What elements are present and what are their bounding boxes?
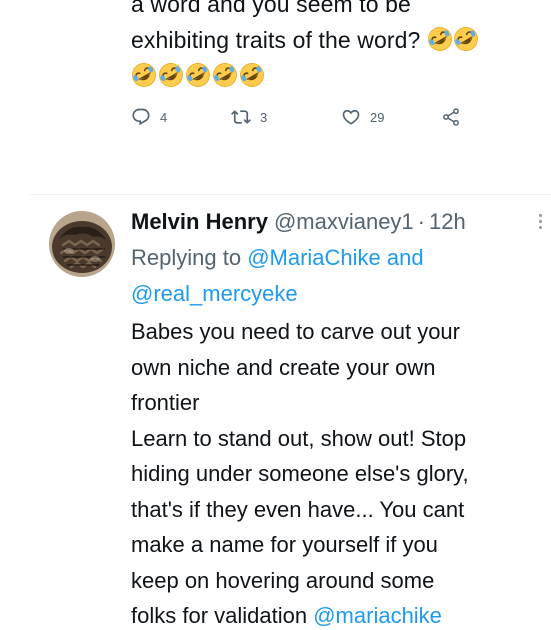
previous-tweet-line: a word and you seem to be [131,0,411,17]
twitter-thread-view: a word and you seem to be exhibiting tra… [0,0,551,630]
laughing-emoji-icon [453,27,478,51]
like-button[interactable]: 29 [341,107,441,127]
tweet-divider [30,194,551,195]
display-name[interactable]: Melvin Henry [131,209,268,235]
previous-tweet-line-text: exhibiting traits of the word? [131,27,421,53]
mention-link[interactable]: @mariachike [313,603,442,628]
tweet-text: Babes you need to carve out your own nic… [131,314,547,630]
tweet-text-line: Babes you need to carve out your [131,319,460,344]
separator-dot: · [417,209,425,234]
previous-tweet-line: exhibiting traits of the word? [131,22,546,58]
user-handle[interactable]: @maxvianey1 [274,209,414,235]
retweet-button[interactable]: 3 [231,107,341,127]
laughing-emoji-icon [427,27,452,51]
tweet-text-line: frontier [131,390,200,415]
tweet-text-line: make a name for yourself if you [131,532,438,557]
laughing-emoji-icon [213,63,237,87]
avatar[interactable] [49,211,115,277]
previous-tweet-actions: 4 3 29 [131,106,461,128]
laughing-emoji-row [131,58,546,94]
tweet-text-line: folks for validation @mariachike [131,598,547,630]
retweet-icon [231,110,251,124]
retweet-count: 3 [260,109,268,125]
more-options-icon[interactable] [537,214,543,232]
share-button[interactable] [441,107,461,127]
avatar-image-icon [49,211,115,277]
like-count: 29 [370,109,385,125]
reply-tweet: Melvin Henry @maxvianey1 · 12h Replying … [131,204,547,630]
tweet-text-fragment: folks for validation [131,603,308,628]
laughing-emoji-icon [240,63,264,87]
tweet-text-line: hiding under someone else's glory, [131,461,469,486]
heart-icon [342,109,360,125]
laughing-emoji-icon [132,63,156,87]
tweet-header: Melvin Henry @maxvianey1 · 12h [131,204,547,240]
mention-link[interactable]: @real_mercyeke [131,281,298,306]
laughing-emoji-icon [159,63,183,87]
laughing-emoji-group [427,27,479,53]
reply-count: 4 [160,109,168,125]
reply-icon [132,108,150,126]
reply-button[interactable]: 4 [131,107,231,127]
mention-link[interactable]: @MariaChike [247,245,381,270]
tweet-text-line: Learn to stand out, show out! Stop [131,425,467,451]
previous-tweet: a word and you seem to be exhibiting tra… [131,0,546,94]
replying-to-and[interactable]: and [387,245,424,270]
replying-to-line: Replying to @MariaChike and [131,240,547,276]
previous-tweet-text: a word and you seem to be exhibiting tra… [131,0,546,94]
tweet-text-line: that's if they even have... You cant [131,496,465,522]
timestamp[interactable]: 12h [429,209,466,235]
laughing-emoji-icon [186,63,210,87]
replying-to-line: @real_mercyeke [131,276,547,312]
replying-to: Replying to @MariaChike and @real_mercye… [131,240,547,312]
tweet-text-line: own niche and create your own [131,354,436,380]
tweet-text-line: keep on hovering around some [131,567,435,593]
share-icon [443,108,459,126]
replying-to-label: Replying to [131,245,242,270]
